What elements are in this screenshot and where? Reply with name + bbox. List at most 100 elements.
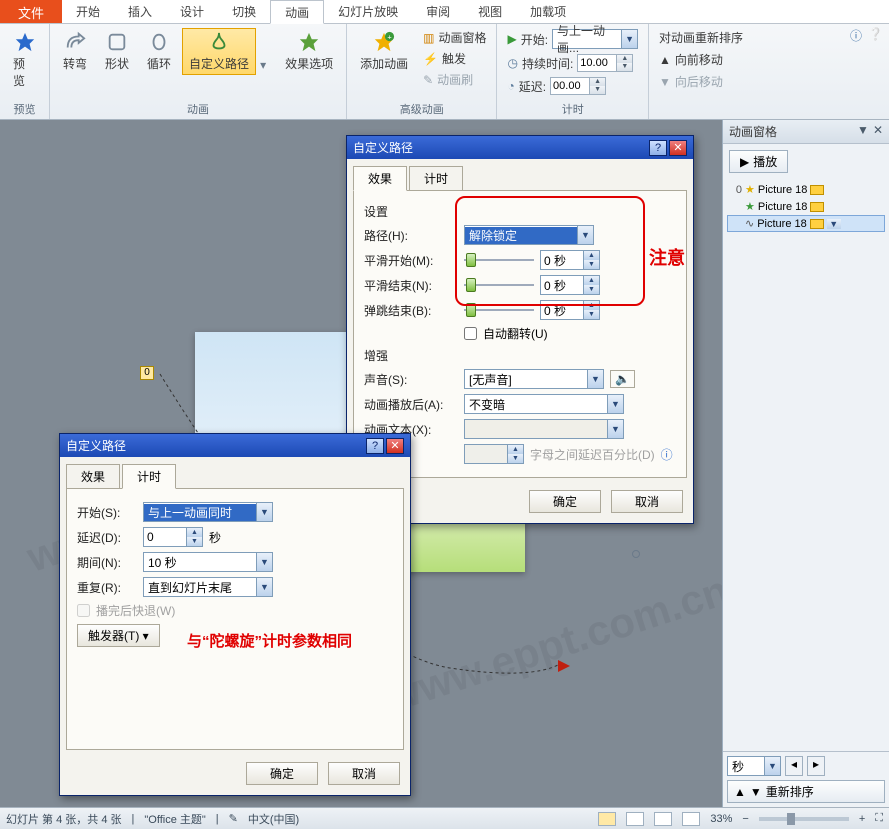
- zoom-out-icon[interactable]: −: [742, 813, 748, 825]
- animation-item-selected[interactable]: ∿ Picture 18 ▼: [727, 215, 885, 232]
- tab-insert[interactable]: 插入: [114, 0, 166, 23]
- animation-pane: 动画窗格 ▼ ✕ ▶播放 0 ★ Picture 18 ★ Picture 18…: [722, 120, 889, 807]
- play-animations-button[interactable]: ▶播放: [729, 150, 788, 173]
- path-combo[interactable]: 解除锁定▼: [464, 225, 594, 245]
- section-settings: 设置: [364, 203, 676, 220]
- tab-transition[interactable]: 切换: [218, 0, 270, 23]
- dialog-titlebar[interactable]: 自定义路径 ? ✕: [347, 136, 693, 159]
- loop-icon: [148, 31, 170, 53]
- smooth-start-slider[interactable]: [464, 251, 534, 269]
- label-delay: 延迟(D):: [77, 529, 137, 546]
- path-shape-button[interactable]: 形状: [98, 28, 136, 75]
- sound-combo[interactable]: [无声音]▼: [464, 369, 604, 389]
- bounce-end-spin[interactable]: ▲▼: [540, 300, 600, 320]
- zoom-in-icon[interactable]: +: [859, 813, 865, 825]
- ribbon-minimize-icon[interactable]: ⓘ: [850, 27, 862, 44]
- speaker-icon[interactable]: 🔈: [610, 370, 635, 388]
- animation-pane-button[interactable]: ▥动画窗格: [419, 28, 490, 47]
- motion-handle[interactable]: [632, 550, 640, 558]
- animation-item[interactable]: ★ Picture 18: [727, 198, 885, 215]
- trigger-button[interactable]: 触发器(T) ▾: [77, 624, 160, 647]
- dialog-close-icon[interactable]: ✕: [669, 140, 687, 156]
- timing-delay-spin[interactable]: ▲▼: [550, 77, 606, 95]
- pane-dropdown-icon[interactable]: ▼: [857, 123, 869, 140]
- after-combo[interactable]: 不变暗▼: [464, 394, 624, 414]
- add-animation-button[interactable]: + 添加动画: [353, 28, 415, 75]
- zoom-slider[interactable]: [759, 817, 849, 821]
- cancel-button[interactable]: 取消: [611, 490, 683, 513]
- status-zoom[interactable]: 33%: [710, 813, 732, 825]
- repeat-combo[interactable]: 直到幻灯片末尾▼: [143, 577, 273, 597]
- path-turn-button[interactable]: 转弯: [56, 28, 94, 75]
- clock-icon: ◷: [507, 56, 517, 70]
- status-slide-info: 幻灯片 第 4 张，共 4 张: [6, 811, 122, 827]
- gallery-more-icon[interactable]: ▾: [260, 58, 274, 72]
- ok-button[interactable]: 确定: [529, 490, 601, 513]
- effect-options-button[interactable]: 效果选项: [278, 28, 340, 75]
- timeline-unit-combo[interactable]: 秒▼: [727, 756, 781, 776]
- dialog-tab-effect[interactable]: 效果: [66, 464, 120, 489]
- view-sorter-button[interactable]: [626, 812, 644, 826]
- tab-design[interactable]: 设计: [166, 0, 218, 23]
- shape-icon: [106, 31, 128, 53]
- item-menu-icon[interactable]: ▼: [827, 219, 841, 229]
- timeline-left-icon[interactable]: ◂: [785, 756, 803, 776]
- dialog-titlebar[interactable]: 自定义路径 ? ✕: [60, 434, 410, 457]
- help-icon[interactable]: ❔: [868, 27, 883, 44]
- timing-duration-spin[interactable]: ▲▼: [577, 54, 633, 72]
- smooth-end-spin[interactable]: ▲▼: [540, 275, 600, 295]
- tab-animation[interactable]: 动画: [270, 0, 324, 24]
- reorder-button[interactable]: ▲ ▼ 重新排序: [727, 780, 885, 803]
- timing-start-combo[interactable]: 与上一动画...▼: [552, 29, 638, 49]
- tab-view[interactable]: 视图: [464, 0, 516, 23]
- cancel-button[interactable]: 取消: [328, 762, 400, 785]
- timeline-right-icon[interactable]: ▸: [807, 756, 825, 776]
- trigger-button[interactable]: ⚡触发: [419, 49, 490, 68]
- delay-spin[interactable]: ▲▼: [143, 527, 203, 547]
- move-later-button[interactable]: ▼向后移动: [655, 72, 727, 91]
- animation-painter-button[interactable]: ✎动画刷: [419, 70, 490, 89]
- duration-bar: [810, 219, 824, 229]
- dialog-help-icon[interactable]: ?: [649, 140, 667, 156]
- ok-button[interactable]: 确定: [246, 762, 318, 785]
- move-earlier-button[interactable]: ▲向前移动: [655, 50, 727, 69]
- custom-path-icon: [208, 31, 230, 53]
- down-icon: ▼: [659, 75, 671, 89]
- pane-close-icon[interactable]: ✕: [873, 123, 883, 140]
- custom-path-button[interactable]: 自定义路径: [182, 28, 256, 75]
- dialog-tab-effect[interactable]: 效果: [353, 166, 407, 191]
- dialog-tab-timing[interactable]: 计时: [122, 464, 176, 489]
- start-combo[interactable]: 与上一动画同时▼: [143, 502, 273, 522]
- dialog-tab-timing[interactable]: 计时: [409, 166, 463, 191]
- path-loop-button[interactable]: 循环: [140, 28, 178, 75]
- fit-to-window-icon[interactable]: ⛶: [875, 812, 883, 825]
- animation-item[interactable]: 0 ★ Picture 18: [727, 181, 885, 198]
- tab-file[interactable]: 文件: [0, 0, 62, 23]
- annotation-note: 注意: [649, 244, 685, 270]
- motion-path-start[interactable]: 0: [140, 366, 154, 380]
- tab-addins[interactable]: 加载项: [516, 0, 580, 23]
- tab-home[interactable]: 开始: [62, 0, 114, 23]
- auto-reverse-checkbox[interactable]: [464, 327, 477, 340]
- duration-combo[interactable]: 10 秒▼: [143, 552, 273, 572]
- label-bounce-end: 弹跳结束(B):: [364, 302, 458, 319]
- spellcheck-icon[interactable]: ✎: [229, 812, 238, 825]
- preview-button[interactable]: 预览: [6, 28, 43, 92]
- label-auto-reverse: 自动翻转(U): [483, 325, 548, 342]
- effect-options-icon: [298, 31, 320, 53]
- section-enhance: 增强: [364, 347, 676, 364]
- info-icon[interactable]: ⓘ: [661, 446, 673, 463]
- view-reading-button[interactable]: [654, 812, 672, 826]
- bounce-end-slider[interactable]: [464, 301, 534, 319]
- status-language[interactable]: 中文(中国): [248, 811, 299, 827]
- smooth-start-spin[interactable]: ▲▼: [540, 250, 600, 270]
- group-label-animation: 动画: [56, 101, 340, 119]
- tab-slideshow[interactable]: 幻灯片放映: [324, 0, 412, 23]
- view-slideshow-button[interactable]: [682, 812, 700, 826]
- dialog-help-icon[interactable]: ?: [366, 438, 384, 454]
- dialog-close-icon[interactable]: ✕: [386, 438, 404, 454]
- view-normal-button[interactable]: [598, 812, 616, 826]
- timing-duration-row: ◷ 持续时间: ▲▼: [503, 53, 637, 73]
- smooth-end-slider[interactable]: [464, 276, 534, 294]
- tab-review[interactable]: 审阅: [412, 0, 464, 23]
